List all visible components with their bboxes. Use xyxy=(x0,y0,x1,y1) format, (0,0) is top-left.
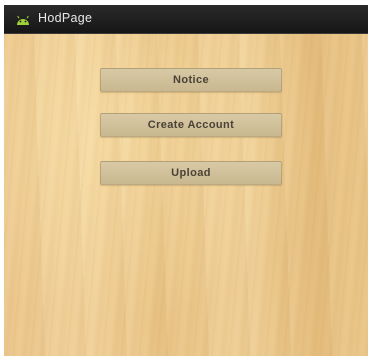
app-title: HodPage xyxy=(38,11,93,25)
upload-button[interactable]: Upload xyxy=(100,161,282,185)
create-account-button[interactable]: Create Account xyxy=(100,113,282,137)
notice-button[interactable]: Notice xyxy=(100,68,282,92)
android-icon xyxy=(15,13,31,25)
main-content: Notice Create Account Upload xyxy=(4,34,368,356)
app-screen: HodPage Notice Create Account Upload xyxy=(4,5,368,356)
title-bar: HodPage xyxy=(4,5,368,34)
